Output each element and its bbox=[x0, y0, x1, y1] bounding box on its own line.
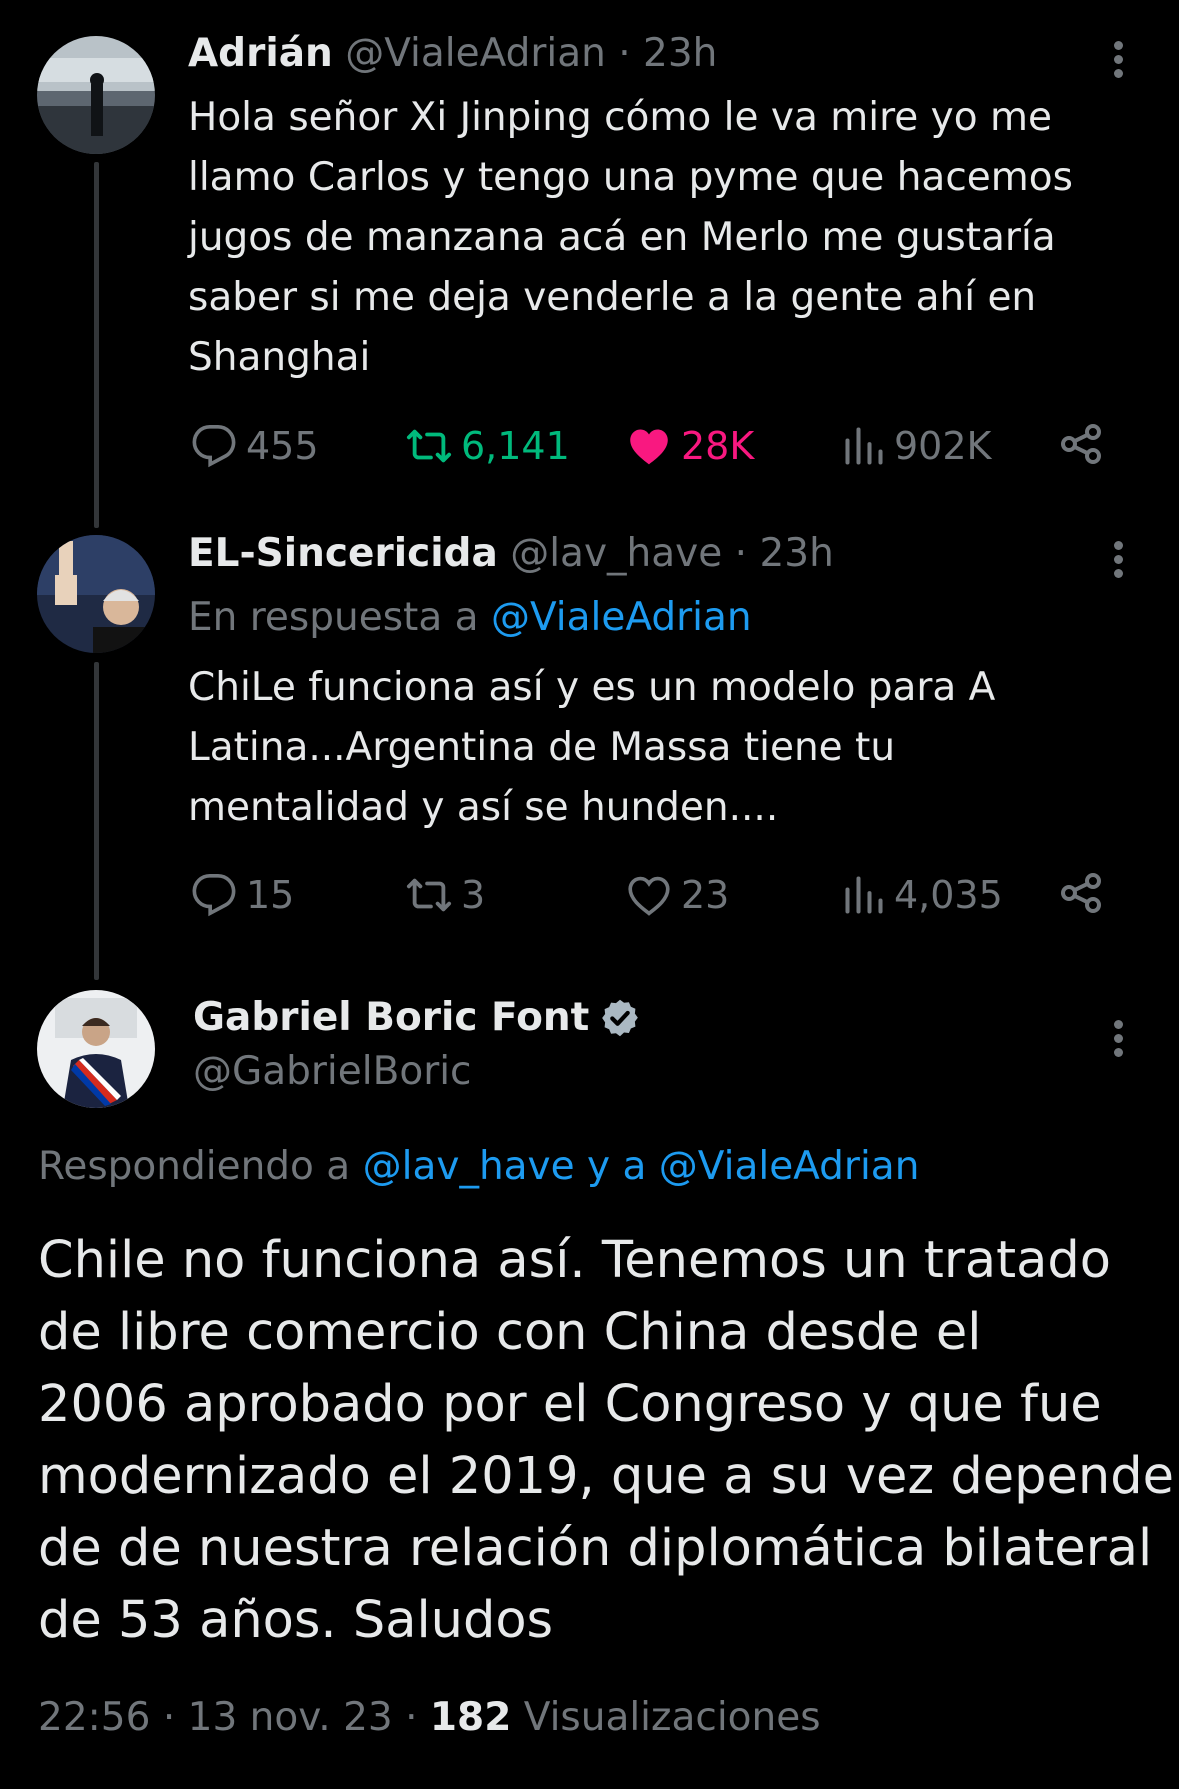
tweet-date[interactable]: 13 nov. 23 bbox=[188, 1695, 393, 1740]
tweet-header: Adrián @VialeAdrian · 23h bbox=[188, 30, 717, 78]
avatar-el-sincericida-image bbox=[37, 535, 155, 653]
views-count: 182 bbox=[429, 1695, 512, 1740]
author-handle[interactable]: @VialeAdrian bbox=[345, 31, 606, 76]
text-line: de de nuestra relación diplomática bilat… bbox=[38, 1519, 1153, 1578]
avatar-adrian-image bbox=[37, 36, 155, 154]
tweet-time[interactable]: 23h bbox=[759, 531, 833, 576]
separator-dot: · bbox=[162, 1695, 176, 1740]
heart-outline-icon bbox=[628, 876, 670, 916]
avatar-gabriel-boric-image bbox=[37, 990, 155, 1108]
text-line: Shanghai bbox=[188, 335, 371, 380]
tweet-time[interactable]: 22:56 bbox=[38, 1695, 150, 1740]
tweet-time[interactable]: 23h bbox=[643, 31, 717, 76]
text-line: ChiLe funciona así y es un modelo para A bbox=[188, 665, 996, 710]
retweet-button[interactable]: 6,141 bbox=[405, 418, 570, 474]
text-line: 2006 aprobado por el Congreso y que fue bbox=[38, 1375, 1102, 1434]
views-label[interactable]: Visualizaciones bbox=[524, 1695, 821, 1740]
views-count: 902K bbox=[894, 424, 992, 468]
thread-connector-1 bbox=[94, 162, 99, 528]
retweet-button[interactable]: 3 bbox=[405, 867, 485, 923]
author-name[interactable]: Gabriel Boric Font bbox=[193, 994, 589, 1042]
separator-dot: · bbox=[734, 531, 748, 576]
retweet-icon bbox=[406, 429, 452, 463]
more-vertical-icon[interactable] bbox=[1109, 37, 1129, 81]
reply-button[interactable]: 455 bbox=[190, 418, 319, 474]
main-tweet-text: Chile no funciona así. Tenemos un tratad… bbox=[38, 1225, 1174, 1657]
replying-to-mentions[interactable]: @lav_have y a @VialeAdrian bbox=[363, 1144, 920, 1189]
text-line: mentalidad y así se hunden.... bbox=[188, 785, 779, 830]
replying-context: Respondiendo a @lav_have y a @VialeAdria… bbox=[38, 1143, 919, 1191]
avatar-el-sincericida[interactable] bbox=[37, 535, 155, 653]
avatar-gabriel-boric[interactable] bbox=[37, 990, 155, 1108]
share-button[interactable] bbox=[1057, 420, 1105, 472]
reply-context: En respuesta a @VialeAdrian bbox=[188, 594, 752, 642]
like-count: 23 bbox=[681, 873, 730, 917]
reply-prefix: En respuesta a bbox=[188, 595, 479, 640]
reply-to-mention[interactable]: @VialeAdrian bbox=[491, 595, 752, 640]
like-button[interactable]: 28K bbox=[625, 418, 754, 474]
retweet-count: 6,141 bbox=[461, 424, 570, 468]
text-line: Hola señor Xi Jinping cómo le va mire yo… bbox=[188, 95, 1052, 140]
reply-icon bbox=[192, 874, 236, 917]
text-line: Chile no funciona así. Tenemos un tratad… bbox=[38, 1231, 1111, 1290]
views-chart-icon bbox=[845, 427, 883, 465]
views-button[interactable]: 4,035 bbox=[842, 867, 1003, 923]
text-line: jugos de manzana acá en Merlo me gustarí… bbox=[188, 215, 1056, 260]
author-handle[interactable]: @GabrielBoric bbox=[193, 1048, 472, 1096]
main-author-name-row: Gabriel Boric Font bbox=[193, 994, 641, 1042]
author-name[interactable]: Adrián bbox=[188, 31, 333, 76]
retweet-count: 3 bbox=[461, 873, 486, 917]
text-line: de 53 años. Saludos bbox=[38, 1591, 554, 1650]
share-icon bbox=[1061, 424, 1101, 464]
text-line: de libre comercio con China desde el bbox=[38, 1303, 982, 1362]
share-button[interactable] bbox=[1057, 869, 1105, 921]
more-vertical-icon[interactable] bbox=[1109, 537, 1129, 581]
like-button[interactable]: 23 bbox=[625, 867, 729, 923]
tweet-header: EL-Sincericida @lav_have · 23h bbox=[188, 530, 834, 578]
views-button[interactable]: 902K bbox=[842, 418, 991, 474]
author-name[interactable]: EL-Sincericida bbox=[188, 531, 498, 576]
verified-badge-icon bbox=[602, 999, 639, 1037]
avatar-adrian[interactable] bbox=[37, 36, 155, 154]
text-line: saber si me deja venderle a la gente ahí… bbox=[188, 275, 1037, 320]
views-chart-icon bbox=[845, 876, 883, 914]
reply-count: 455 bbox=[246, 424, 319, 468]
tweet-meta: 22:56 · 13 nov. 23 · 182 Visualizaciones bbox=[38, 1690, 821, 1746]
reply-button[interactable]: 15 bbox=[190, 867, 294, 923]
text-line: modernizado el 2019, que a su vez depend… bbox=[38, 1447, 1174, 1506]
reply-icon bbox=[192, 425, 236, 468]
views-count: 4,035 bbox=[894, 873, 1003, 917]
thread-connector-2 bbox=[94, 662, 99, 980]
heart-filled-icon bbox=[630, 429, 668, 465]
reply-count: 15 bbox=[246, 873, 295, 917]
tweet-text: Hola señor Xi Jinping cómo le va mire yo… bbox=[188, 88, 1073, 388]
separator-dot: · bbox=[405, 1695, 418, 1740]
like-count: 28K bbox=[681, 424, 755, 468]
text-line: Latina...Argentina de Massa tiene tu bbox=[188, 725, 896, 770]
tweet-text: ChiLe funciona así y es un modelo para A… bbox=[188, 658, 995, 838]
separator-dot: · bbox=[618, 31, 631, 76]
share-icon bbox=[1061, 873, 1101, 913]
retweet-icon bbox=[406, 878, 452, 912]
replying-prefix: Respondiendo a bbox=[38, 1144, 351, 1189]
author-handle[interactable]: @lav_have bbox=[510, 531, 722, 576]
more-vertical-icon[interactable] bbox=[1109, 1016, 1129, 1060]
text-line: llamo Carlos y tengo una pyme que hacemo… bbox=[188, 155, 1073, 200]
